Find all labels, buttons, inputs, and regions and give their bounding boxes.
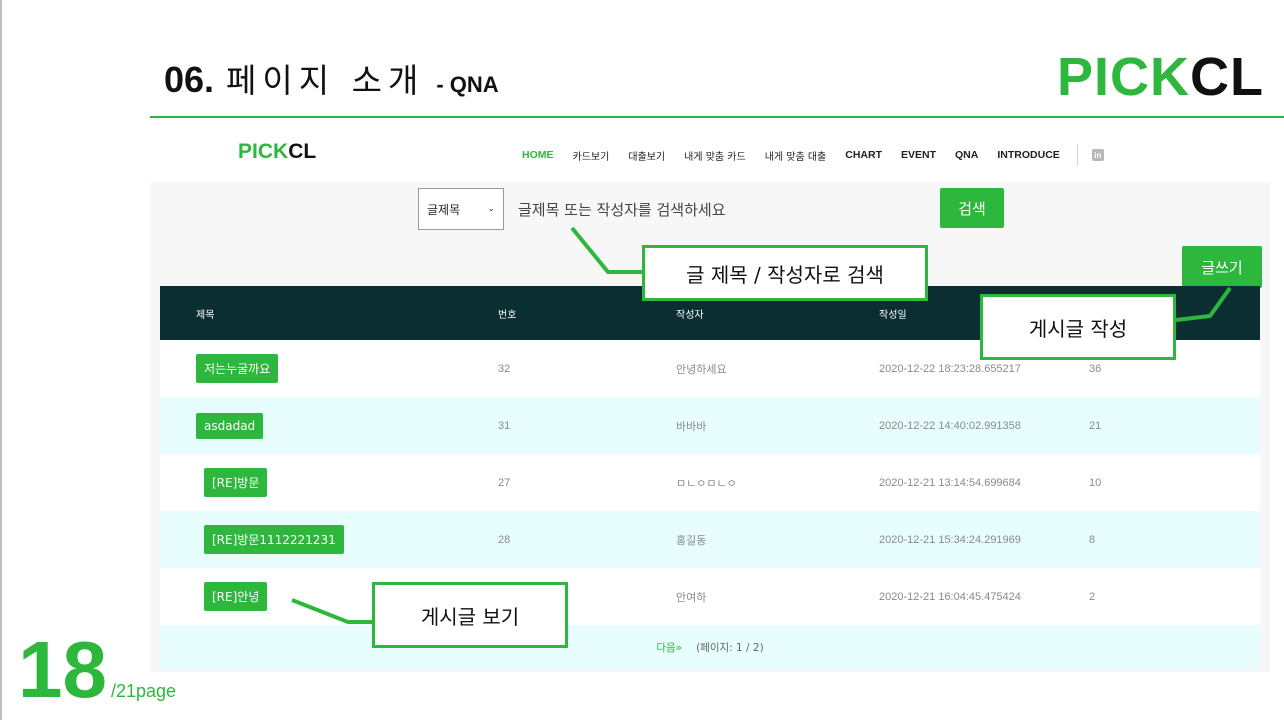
- page-number: 18 /21page: [18, 630, 176, 710]
- callout-connectors: [291, 226, 1232, 624]
- view-callout-line: [291, 598, 374, 624]
- search-callout-line: [570, 226, 642, 274]
- callout-view-post: 게시글 보기: [372, 582, 568, 648]
- page-current: 18: [18, 625, 107, 714]
- page-total: /21page: [110, 681, 177, 701]
- callout-search: 글 제목 / 작성자로 검색: [642, 245, 928, 301]
- callout-write-post: 게시글 작성: [980, 294, 1176, 360]
- write-callout-line: [1175, 286, 1232, 322]
